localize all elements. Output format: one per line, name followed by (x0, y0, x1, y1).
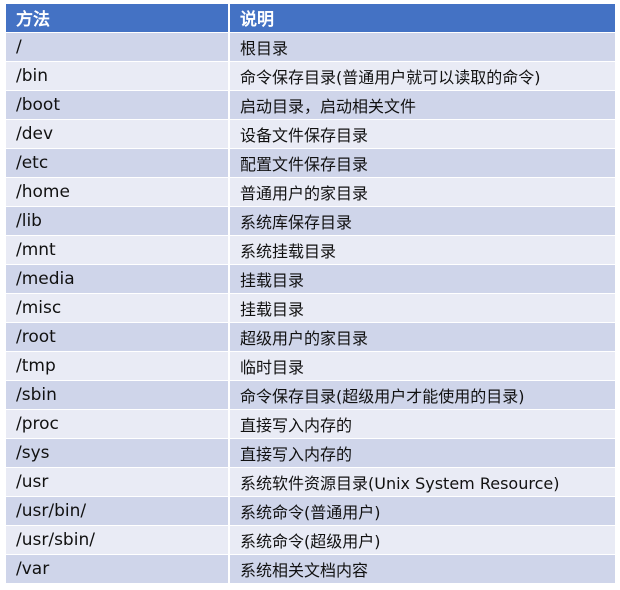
directory-path: /media (6, 263, 230, 293)
table-row: /dev 设备文件保存目录 (6, 118, 617, 148)
table-row: /proc 直接写入内存的 (6, 408, 617, 438)
table-row: /lib 系统库保存目录 (6, 205, 617, 235)
directory-description: 命令保存目录(超级用户才能使用的目录) (229, 379, 617, 409)
directory-path: /sys (6, 437, 230, 467)
directory-description: 系统挂载目录 (229, 234, 617, 264)
table-row: /boot 启动目录，启动相关文件 (6, 89, 617, 119)
table-row: /mnt 系统挂载目录 (6, 234, 617, 264)
directory-description: 配置文件保存目录 (229, 147, 617, 177)
directory-description: 系统相关文档内容 (229, 553, 617, 583)
directory-path: /mnt (6, 234, 230, 264)
directory-path: /var (6, 553, 230, 583)
table-row: /sbin 命令保存目录(超级用户才能使用的目录) (6, 379, 617, 409)
table-row: /tmp 临时目录 (6, 350, 617, 380)
directory-description: 命令保存目录(普通用户就可以读取的命令) (229, 60, 617, 90)
table-row: /usr/bin/系统命令(普通用户) (6, 495, 617, 525)
directory-description: 挂载目录 (229, 263, 617, 293)
directory-path: /bin (6, 60, 230, 90)
column-header-method: 方法 (6, 4, 230, 32)
directory-path: /usr/bin/ (6, 495, 230, 525)
directory-description: 普通用户的家目录 (229, 176, 617, 206)
directory-path: /lib (6, 205, 230, 235)
table-row: /media 挂载目录 (6, 263, 617, 293)
table-row: /usr 系统软件资源目录(Unix System Resource) (6, 466, 617, 496)
table-row: /etc 配置文件保存目录 (6, 147, 617, 177)
directory-description: 系统库保存目录 (229, 205, 617, 235)
directory-description: 临时目录 (229, 350, 617, 380)
table-row: /sys 直接写入内存的 (6, 437, 617, 467)
table-row: /home 普通用户的家目录 (6, 176, 617, 206)
directory-description: 超级用户的家目录 (229, 321, 617, 351)
table-row: /usr/sbin/系统命令(超级用户) (6, 524, 617, 554)
table-row: / 根目录 (6, 31, 617, 61)
directory-table-container: 方法 说明 / 根目录 /bin 命令保存目录(普通用户就可以读取的命令) /boo… (6, 4, 617, 583)
directory-path: /dev (6, 118, 230, 148)
column-header-description: 说明 (229, 4, 617, 32)
directory-description: 系统命令(超级用户) (229, 524, 617, 554)
directory-path: /usr/sbin/ (6, 524, 230, 554)
directory-description: 系统软件资源目录(Unix System Resource) (229, 466, 617, 496)
directory-description: 直接写入内存的 (229, 437, 617, 467)
directory-path: /root (6, 321, 230, 351)
directory-path: / (6, 31, 230, 61)
directory-description: 启动目录，启动相关文件 (229, 89, 617, 119)
directory-path: /proc (6, 408, 230, 438)
directory-path: /boot (6, 89, 230, 119)
table-header-row: 方法 说明 (6, 4, 617, 32)
table-row: /bin 命令保存目录(普通用户就可以读取的命令) (6, 60, 617, 90)
directory-path: /usr (6, 466, 230, 496)
directory-description: 挂载目录 (229, 292, 617, 322)
directory-description: 设备文件保存目录 (229, 118, 617, 148)
linux-directory-table: 方法 说明 / 根目录 /bin 命令保存目录(普通用户就可以读取的命令) /boo… (6, 4, 617, 583)
table-row: /var 系统相关文档内容 (6, 553, 617, 583)
directory-path: /etc (6, 147, 230, 177)
directory-path: /home (6, 176, 230, 206)
directory-description: 系统命令(普通用户) (229, 495, 617, 525)
table-row: /root 超级用户的家目录 (6, 321, 617, 351)
directory-description: 直接写入内存的 (229, 408, 617, 438)
directory-description: 根目录 (229, 31, 617, 61)
directory-path: /misc (6, 292, 230, 322)
directory-path: /sbin (6, 379, 230, 409)
directory-path: /tmp (6, 350, 230, 380)
table-row: /misc 挂载目录 (6, 292, 617, 322)
